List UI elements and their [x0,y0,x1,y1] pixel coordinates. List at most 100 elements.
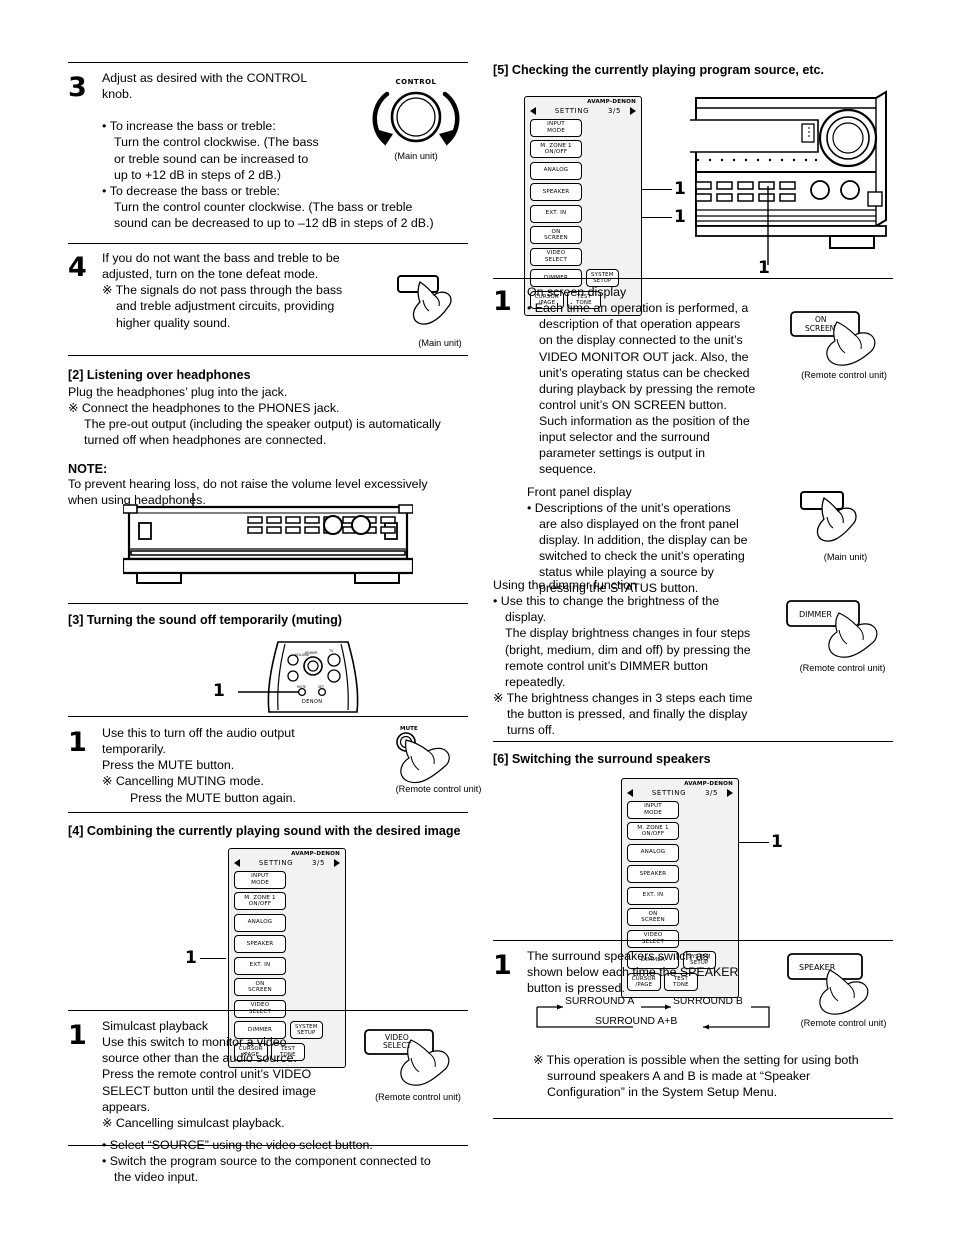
section-2: [2] Listening over headphones Plug the h… [68,368,468,508]
remote-key-ext-in[interactable]: EXT. IN [530,204,582,223]
step-number: 1 [68,1020,87,1051]
remote-key-analog[interactable]: ANALOG [627,843,679,862]
remote-key-analog[interactable]: ANALOG [234,913,286,932]
divider [68,812,468,813]
speaker-button-figure: SPEAKER (Remote control unit) [786,950,901,1028]
remote-key-input-mode[interactable]: INPUT MODE [627,800,679,819]
bullet-dot: • [527,301,535,316]
surround-flow-diagram: SURROUND A SURROUND B SURROUND A+B [533,993,783,1041]
remote-title-bar: SETTING 3/5 [627,788,733,797]
section-2-line1: Plug the headphones’ plug into the jack. [68,385,288,399]
remote-setting-label: SETTING [651,788,687,797]
remote-key-on-screen[interactable]: ON SCREEN [627,908,679,927]
status-button-figure: (Main unit) [793,488,898,562]
step-number: 1 [68,727,87,758]
dimmer-button-figure: DIMMER (Remote control unit) [785,597,900,673]
divider [493,1118,893,1119]
step-3-lead: Adjust as desired with the CONTROL knob. [102,71,307,102]
remote-key-ext-in[interactable]: EXT. IN [234,956,286,975]
remote-key-video-select[interactable]: VIDEO SELECT [627,929,679,948]
manual-page: 3 Adjust as desired with the CONTROL kno… [0,0,954,1237]
hand-pressing-on-screen-icon: ON SCREEN [790,311,876,366]
receiver-front-panel-figure: 1 [690,90,890,277]
mute-button-figure: MUTE (Remote control unit) [386,726,491,794]
figure-caption: (Remote control unit) [799,663,886,673]
step-number: 3 [68,72,87,103]
section-3: [3] Turning the sound off temporarily (m… [68,613,468,627]
bullet-dot: • [493,594,501,609]
remote-key-m-zone-1[interactable]: M. ZONE 1 ON/OFF [627,822,679,841]
svg-text:MUTE: MUTE [297,685,306,689]
remote-key-on-screen[interactable]: ON SCREEN [234,978,286,997]
bullet-dot: • [102,1154,110,1168]
remote-key-analog[interactable]: ANALOG [530,161,582,180]
leader-line [642,217,672,218]
right-triangle-icon[interactable] [334,858,340,867]
note-marker: ※ [102,283,113,298]
on-screen-button-figure: ON SCREEN (Remote control unit) [789,310,899,380]
section-3-heading: [3] Turning the sound off temporarily (m… [68,613,343,627]
remote-page-indicator: 3/5 [608,106,622,115]
remote-key-m-zone-1[interactable]: M. ZONE 1 ON/OFF [234,892,286,911]
svg-text:SELECT: SELECT [383,1041,412,1050]
bullet-dot: • [102,119,110,134]
leader-line [200,958,226,959]
note-marker: ※ [102,774,113,789]
svg-text:DENON: DENON [302,699,322,705]
receiver-unit-icon [690,90,887,265]
control-knob-figure: CONTROL (Main unit) [357,78,475,161]
divider [68,243,468,244]
divider [68,1145,468,1146]
section-6-heading: [6] Switching the surround speakers [493,752,711,766]
remote-key-input-mode[interactable]: INPUT MODE [530,118,582,137]
section-4: [4] Combining the currently playing soun… [68,824,468,838]
dimmer-bullet: • Use this to change the brightness of t… [493,594,751,689]
remote-key-ext-in[interactable]: EXT. IN [627,886,679,905]
figure-caption: (Main unit) [394,151,438,161]
svg-text:ON: ON [815,315,827,324]
remote-key-video-select[interactable]: VIDEO SELECT [234,999,286,1018]
callout-1: 1 [213,681,225,701]
step-number: 1 [493,950,512,981]
remote-brand: AVAMP-DENON [291,851,340,857]
divider [68,1010,468,1011]
figure-caption: (Remote control unit) [375,1092,461,1102]
note-marker: ※ [102,1115,113,1130]
right-triangle-icon[interactable] [727,788,733,797]
remote-key-video-select[interactable]: VIDEO SELECT [530,247,582,266]
remote-key-m-zone-1[interactable]: M. ZONE 1 ON/OFF [530,140,582,159]
bullet-dot: • [102,183,110,198]
remote-key-input-mode[interactable]: INPUT MODE [234,870,286,889]
remote-key-speaker[interactable]: SPEAKER [627,865,679,884]
remote-panel-section5: AVAMP-DENON SETTING 3/5 INPUT MODE M. ZON… [524,96,686,316]
speaker-note-text: ※ This operation is possible when the se… [533,1053,859,1100]
remote-key-on-screen[interactable]: ON SCREEN [530,226,582,245]
step-number: 1 [493,286,512,317]
remote-setting-label: SETTING [258,858,294,867]
speaker-note: ※ This operation is possible when the se… [493,1052,893,1100]
divider [68,355,468,356]
dimmer-title: Using the dimmer function [493,578,637,592]
remote-title-bar: SETTING 3/5 [530,106,636,115]
step-3-bullet-2: • To decrease the bass or treble: Turn t… [102,183,434,230]
figure-caption: (Main unit) [823,552,868,562]
note-marker: ※ [493,690,504,705]
right-triangle-icon[interactable] [630,106,636,115]
section-6: [6] Switching the surround speakers [493,752,893,766]
knob-label: CONTROL [395,78,437,86]
remote-panel[interactable]: AVAMP-DENON SETTING 3/5 INPUT MODE M. ZON… [524,96,642,316]
hand-pressing-dimmer-icon: DIMMER [786,600,878,658]
hand-pressing-speaker-icon: SPEAKER [787,953,869,1015]
bullet-dot: • [527,500,535,515]
hand-pressing-mute-icon [396,732,450,784]
callout-1: 1 [185,948,197,968]
divider [493,741,893,742]
svg-text:DIMMER: DIMMER [799,610,832,619]
remote-brand: AVAMP-DENON [587,99,636,105]
remote-page-indicator: 3/5 [705,788,719,797]
remote-key-speaker[interactable]: SPEAKER [234,935,286,954]
remote-brand: AVAMP-DENON [684,781,733,787]
divider [68,62,468,63]
remote-key-speaker[interactable]: SPEAKER [530,183,582,202]
flow-item-surround-ab: SURROUND A+B [595,1016,678,1027]
